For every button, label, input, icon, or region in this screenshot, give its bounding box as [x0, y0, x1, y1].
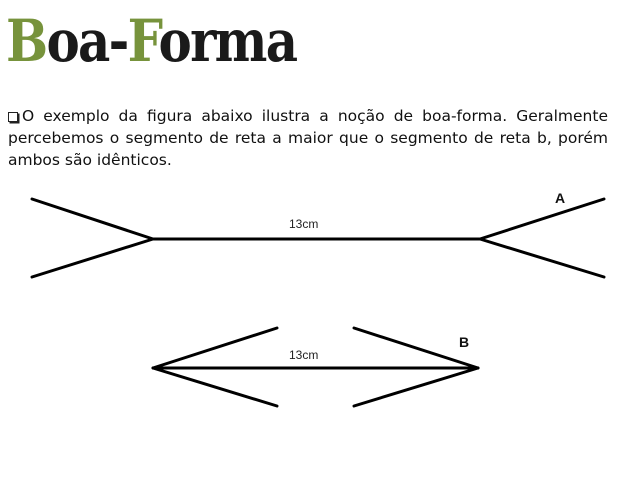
- segment-a-right-fin-upper: [478, 197, 606, 241]
- segment-b-right-arrow-lower: [352, 366, 480, 408]
- segment-a-group: [30, 197, 606, 279]
- segment-b-group: [151, 326, 480, 408]
- segment-a-left-fin-upper: [30, 197, 155, 241]
- segment-b-left-arrow-upper: [151, 326, 279, 370]
- muller-lyer-figure: 13cm A 13cm B: [30, 190, 606, 408]
- segment-a-letter: A: [555, 190, 565, 206]
- segment-b-letter: B: [459, 334, 469, 350]
- segment-a-right-fin-lower: [478, 237, 606, 279]
- segment-b-left-arrow-lower: [151, 366, 279, 408]
- segment-a-left-fin-lower: [30, 237, 155, 279]
- segment-b-length-label: 13cm: [289, 348, 318, 362]
- segment-a-length-label: 13cm: [289, 217, 318, 231]
